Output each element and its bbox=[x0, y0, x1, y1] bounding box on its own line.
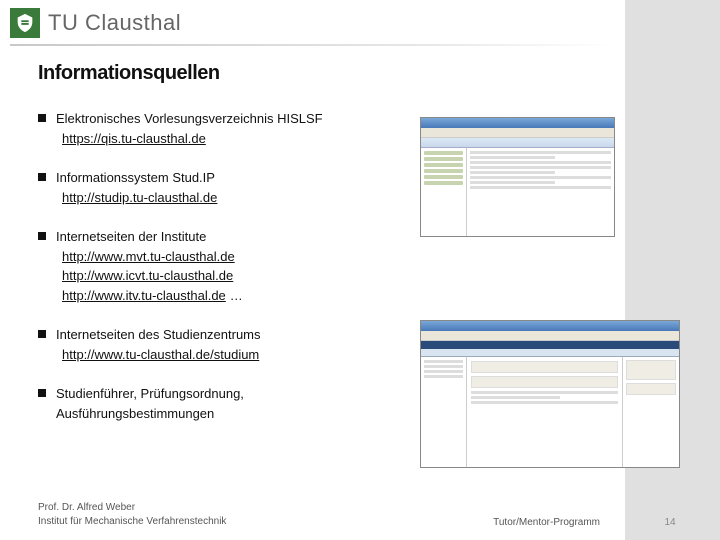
bullet-marker-icon bbox=[38, 389, 46, 397]
thumbnail-studip bbox=[420, 320, 680, 468]
link-mvt[interactable]: http://www.mvt.tu-clausthal.de bbox=[62, 247, 235, 267]
thumbnail-hislsf bbox=[420, 117, 615, 237]
footer-institute: Institut für Mechanische Verfahrenstechn… bbox=[38, 515, 226, 529]
bullet-item: Informationssystem Stud.IP http://studip… bbox=[38, 168, 400, 207]
bullet-marker-icon bbox=[38, 232, 46, 240]
bullet-item: Elektronisches Vorlesungsverzeichnis HIS… bbox=[38, 109, 400, 148]
bullet-item: Internetseiten des Studienzentrums http:… bbox=[38, 325, 400, 364]
coat-of-arms-icon bbox=[10, 8, 40, 38]
university-name: TU Clausthal bbox=[48, 10, 181, 36]
bullet-label: Informationssystem Stud.IP bbox=[56, 168, 400, 188]
page-title: Informationsquellen bbox=[38, 62, 400, 85]
slide-footer: Prof. Dr. Alfred Weber Institut für Mech… bbox=[38, 501, 700, 528]
bullet-label: Internetseiten des Studienzentrums bbox=[56, 325, 400, 345]
link-studium[interactable]: http://www.tu-clausthal.de/studium bbox=[62, 345, 259, 365]
link-qis[interactable]: https://qis.tu-clausthal.de bbox=[62, 129, 206, 149]
slide-header: TU Clausthal bbox=[0, 0, 720, 44]
bullet-marker-icon bbox=[38, 173, 46, 181]
link-icvt[interactable]: http://www.icvt.tu-clausthal.de bbox=[62, 266, 233, 286]
bullet-label: Internetseiten der Institute bbox=[56, 227, 400, 247]
link-itv[interactable]: http://www.itv.tu-clausthal.de bbox=[62, 286, 226, 306]
page-number: 14 bbox=[640, 517, 700, 528]
ellipsis: … bbox=[230, 288, 243, 303]
slide-content: Informationsquellen Elektronisches Vorle… bbox=[0, 44, 410, 423]
bullet-item: Internetseiten der Institute http://www.… bbox=[38, 227, 400, 305]
footer-program: Tutor/Mentor-Programm bbox=[493, 517, 600, 528]
footer-author: Prof. Dr. Alfred Weber bbox=[38, 501, 226, 515]
bullet-item: Studienführer, Prüfungsordnung, Ausführu… bbox=[38, 384, 400, 423]
bullet-marker-icon bbox=[38, 330, 46, 338]
bullet-label: Elektronisches Vorlesungsverzeichnis HIS… bbox=[56, 109, 400, 129]
bullet-label: Studienführer, Prüfungsordnung, Ausführu… bbox=[56, 384, 400, 423]
bullet-marker-icon bbox=[38, 114, 46, 122]
link-studip[interactable]: http://studip.tu-clausthal.de bbox=[62, 188, 217, 208]
